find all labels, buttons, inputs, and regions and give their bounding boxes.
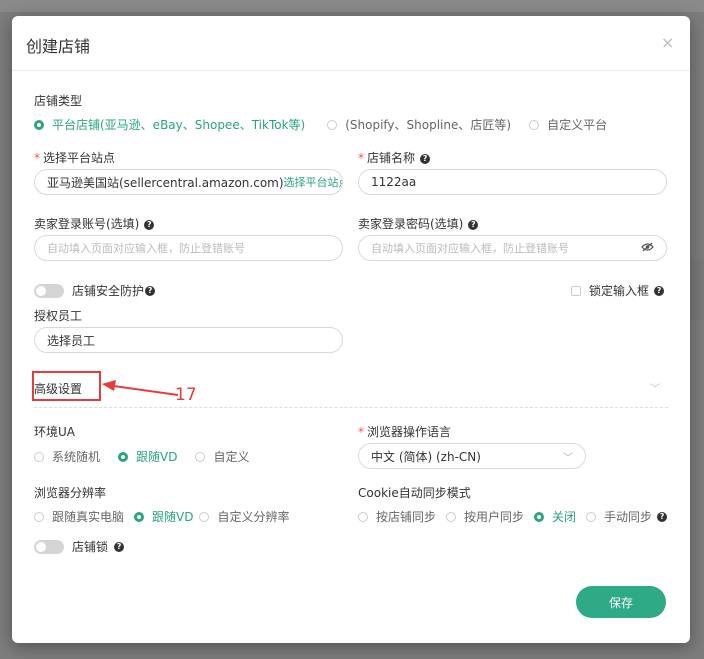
env-ua-label: 环境UA <box>34 425 75 439</box>
lock-input-checkbox[interactable] <box>571 285 581 296</box>
help-icon: ? <box>420 154 431 164</box>
shop-type-option-independent[interactable]: (Shopify、Shopline、店匠等) <box>327 116 511 133</box>
shop-lock-toggle[interactable] <box>34 539 64 554</box>
resolution-option-custom[interactable]: 自定义分辨率 <box>199 508 289 525</box>
radio-icon <box>199 511 210 522</box>
platform-site-label: * 选择平台站点 <box>34 151 116 165</box>
annotation-box <box>32 371 101 401</box>
chevron-down-icon[interactable]: ﹀ <box>650 380 660 395</box>
shop-name-input[interactable]: 1122aa <box>358 169 667 195</box>
security-row: 店铺安全防护 ? <box>34 282 156 299</box>
radio-icon <box>529 119 540 130</box>
radio-icon <box>195 451 206 462</box>
resolution-label: 浏览器分辨率 <box>34 486 107 500</box>
help-icon: ? <box>657 511 668 522</box>
staff-label: 授权员工 <box>34 309 83 323</box>
browser-lang-select[interactable]: 中文 (简体) (zh-CN) ﹀ <box>358 443 586 469</box>
modal-title: 创建店铺 <box>26 37 91 56</box>
cookie-option-user[interactable]: 按用户同步 <box>446 508 524 525</box>
shop-name-label: * 店铺名称? <box>358 149 431 166</box>
close-icon[interactable]: × <box>661 33 674 52</box>
radio-icon <box>327 119 338 130</box>
help-icon: ? <box>654 285 665 296</box>
annotation-arrow-icon <box>102 380 179 396</box>
resolution-option-follow[interactable]: 跟随VD <box>134 508 193 525</box>
radio-icon <box>358 511 368 522</box>
resolution-option-real[interactable]: 跟随真实电脑 <box>34 508 124 525</box>
help-icon: ? <box>144 220 155 230</box>
cookie-option-off[interactable]: 关闭 <box>534 508 576 525</box>
help-icon: ? <box>468 220 479 230</box>
staff-select[interactable]: 选择员工 <box>34 327 343 353</box>
radio-icon <box>446 511 457 522</box>
select-site-link[interactable]: 选择平台站点 <box>284 174 342 190</box>
seller-password-label: 卖家登录密码(选填)? <box>358 215 479 232</box>
radio-checked-icon <box>118 451 129 462</box>
shop-type-radio-group: 平台店铺(亚马逊、eBay、Shopee、TikTok等) (Shopify、S… <box>34 116 625 133</box>
platform-site-input[interactable]: 亚马逊美国站(sellercentral.amazon.com) 选择平台站点 <box>34 169 343 195</box>
env-ua-option-custom[interactable]: 自定义 <box>195 448 249 465</box>
radio-checked-icon <box>34 119 44 130</box>
shop-type-label: 店铺类型 <box>34 94 83 108</box>
shop-lock-row: 店铺锁 ? <box>34 538 125 555</box>
browser-lang-label: * 浏览器操作语言 <box>358 425 452 439</box>
seller-password-input[interactable]: 自动填入页面对应输入框，防止登错账号 <box>358 235 667 261</box>
advanced-divider <box>34 407 668 408</box>
cookie-sync-radio-group: 按店铺同步 按用户同步 关闭 手动同步 ? <box>358 508 668 525</box>
cookie-option-manual[interactable]: 手动同步 ? <box>586 508 668 525</box>
lock-input-row: 锁定输入框 ? <box>571 282 665 299</box>
help-icon: ? <box>114 541 125 552</box>
save-button[interactable]: 保存 <box>576 586 666 618</box>
create-shop-modal: 创建店铺 × 店铺类型 平台店铺(亚马逊、eBay、Shopee、TikTok等… <box>12 16 690 643</box>
resolution-radio-group: 跟随真实电脑 跟随VD 自定义分辨率 <box>34 508 307 525</box>
cookie-sync-label: Cookie自动同步模式 <box>358 486 471 500</box>
seller-account-input[interactable]: 自动填入页面对应输入框，防止登错账号 <box>34 235 343 261</box>
radio-checked-icon <box>534 511 545 522</box>
chevron-down-icon: ﹀ <box>563 452 573 464</box>
shop-type-option-custom[interactable]: 自定义平台 <box>529 116 607 133</box>
env-ua-option-follow[interactable]: 跟随VD <box>118 448 177 465</box>
env-ua-radio-group: 系统随机 跟随VD 自定义 <box>34 448 267 465</box>
header-divider <box>12 70 690 71</box>
seller-account-label: 卖家登录账号(选填)? <box>34 215 155 232</box>
env-ua-option-random[interactable]: 系统随机 <box>34 448 100 465</box>
shop-type-option-platform[interactable]: 平台店铺(亚马逊、eBay、Shopee、TikTok等) <box>34 116 305 133</box>
radio-icon <box>34 511 44 522</box>
cookie-option-shop[interactable]: 按店铺同步 <box>358 508 436 525</box>
radio-checked-icon <box>134 511 145 522</box>
help-icon: ? <box>145 285 156 296</box>
annotation-number: 17 <box>175 385 197 405</box>
radio-icon <box>34 451 44 462</box>
radio-icon <box>586 511 597 522</box>
eye-off-icon[interactable] <box>641 242 654 255</box>
security-toggle[interactable] <box>34 283 64 298</box>
